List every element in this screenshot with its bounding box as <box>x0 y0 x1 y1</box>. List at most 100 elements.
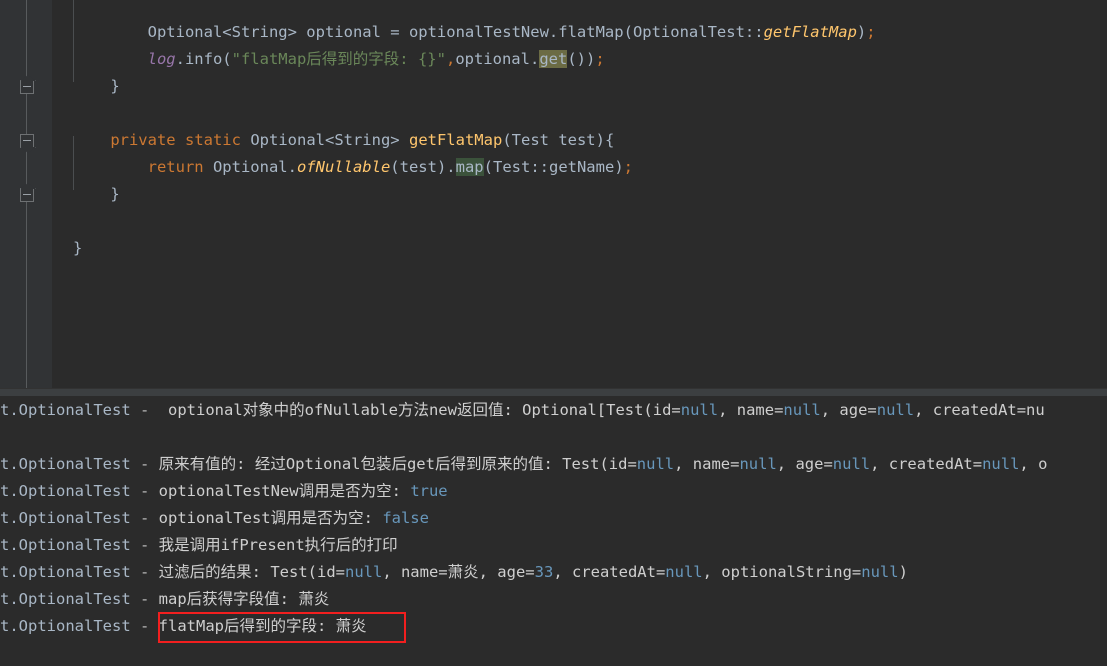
console-line: t.OptionalTest - optional对象中的ofNullable方… <box>0 397 1045 424</box>
console-message-text: 原来有值的: 经过Optional包装后get后得到原来的值: Test(id= <box>149 455 637 473</box>
code-token: ; <box>595 50 605 68</box>
console-logger-name: t.OptionalTest <box>0 590 131 608</box>
console-logger-name: t.OptionalTest <box>0 509 131 527</box>
console-literal: null <box>739 455 777 473</box>
code-token: ) <box>614 158 624 176</box>
code-token: ; <box>866 23 876 41</box>
code-token: } <box>110 77 120 95</box>
code-token: , <box>445 50 456 68</box>
code-token: ( <box>623 23 633 41</box>
console-separator: - <box>130 509 150 527</box>
console-logger-name: t.OptionalTest <box>0 401 131 419</box>
code-token: info <box>184 50 223 68</box>
console-line: t.OptionalTest - 原来有值的: 经过Optional包装后get… <box>0 451 1047 478</box>
fold-down-icon[interactable] <box>20 134 34 148</box>
console-literal: false <box>382 509 429 527</box>
code-token: . <box>287 158 297 176</box>
code-token: } <box>73 239 83 257</box>
console-message-text: flatMap后得到的字段: 萧炎 <box>149 617 367 635</box>
code-token: optionalTestNew <box>408 23 549 41</box>
code-token: optional <box>306 23 381 41</box>
code-token: = <box>380 23 409 41</box>
console-message-text: , createdAt=nu <box>914 401 1045 419</box>
code-token: . <box>529 50 540 68</box>
editor-gutter[interactable] <box>0 0 52 388</box>
code-token: get <box>539 50 568 68</box>
code-line: private static Optional<String> getFlatM… <box>110 127 614 154</box>
console-line: t.OptionalTest - 我是调用ifPresent执行后的打印 <box>0 532 398 559</box>
code-token: static <box>184 131 241 149</box>
console-separator: - <box>130 563 150 581</box>
console-message-text: , name=萧炎, age= <box>382 563 535 581</box>
code-token: return <box>147 158 204 176</box>
code-line: } <box>110 73 119 100</box>
console-logger-name: t.OptionalTest <box>0 617 131 635</box>
console-literal: true <box>410 482 448 500</box>
console-message-text: , o <box>1019 455 1048 473</box>
code-token: test <box>548 131 596 149</box>
pane-divider[interactable] <box>0 388 1107 396</box>
console-message-text: , createdAt= <box>553 563 666 581</box>
console-separator: - <box>130 401 150 419</box>
console-literal: 33 <box>534 563 554 581</box>
code-token: ( <box>222 50 232 68</box>
code-token: ( <box>483 158 493 176</box>
console-line: t.OptionalTest - flatMap后得到的字段: 萧炎 <box>0 613 367 640</box>
code-token: OptionalTest <box>632 23 745 41</box>
code-token: :: <box>530 158 549 176</box>
code-token: Optional <box>147 23 223 41</box>
console-literal: null <box>680 401 719 419</box>
code-line: return Optional.ofNullable(test).map(Tes… <box>148 154 633 181</box>
console-separator: - <box>130 536 150 554</box>
code-token: ){ <box>595 131 615 149</box>
code-token: . <box>548 23 559 41</box>
code-token: log <box>147 50 176 68</box>
code-line: log.info("flatMap后得到的字段: {}",optional.ge… <box>148 46 605 73</box>
console-output-pane[interactable]: t.OptionalTest - optional对象中的ofNullable方… <box>0 396 1107 666</box>
fold-up-icon[interactable] <box>20 80 34 94</box>
console-message-text: , age= <box>820 401 877 419</box>
code-token: Test <box>492 158 531 176</box>
code-token: <String> <box>222 23 307 41</box>
code-line: } <box>110 181 119 208</box>
console-logger-name: t.OptionalTest <box>0 455 131 473</box>
console-literal: null <box>636 455 675 473</box>
console-separator: - <box>130 482 150 500</box>
console-separator: - <box>130 455 150 473</box>
code-token: getFlatMap <box>763 23 857 41</box>
fold-up-icon[interactable] <box>20 188 34 202</box>
code-editor-pane[interactable]: Optional<String> optional = optionalTest… <box>0 0 1107 388</box>
code-line: Optional<String> optional = optionalTest… <box>148 19 876 46</box>
code-token: } <box>110 185 120 203</box>
console-message-text: , name= <box>674 455 740 473</box>
code-token: getFlatMap <box>408 131 503 149</box>
console-logger-name: t.OptionalTest <box>0 563 131 581</box>
console-literal: null <box>783 401 821 419</box>
code-token: ()) <box>567 50 596 68</box>
code-token: ofNullable <box>296 158 391 176</box>
code-token: private <box>110 131 176 149</box>
console-message-text: , createdAt= <box>870 455 983 473</box>
console-message-text: , optionalString= <box>702 563 862 581</box>
code-token: ; <box>623 158 633 176</box>
console-literal: null <box>876 401 915 419</box>
console-message-text: 过滤后的结果: Test(id= <box>149 563 345 581</box>
code-token: . <box>175 50 185 68</box>
console-message-text: ) <box>898 563 908 581</box>
console-message-text: map后获得字段值: 萧炎 <box>149 590 330 608</box>
indent-guide-2 <box>73 136 74 190</box>
code-token: flatMap <box>558 23 624 41</box>
ide-window: Optional<String> optional = optionalTest… <box>0 0 1107 666</box>
console-literal: null <box>861 563 899 581</box>
console-message-text: , age= <box>776 455 833 473</box>
console-literal: null <box>665 563 703 581</box>
code-token: "flatMap后得到的字段: {}" <box>231 50 446 68</box>
console-literal: null <box>344 563 383 581</box>
console-message-text: 我是调用ifPresent执行后的打印 <box>149 536 398 554</box>
code-token: map <box>455 158 484 176</box>
code-text-area[interactable]: Optional<String> optional = optionalTest… <box>52 0 1107 388</box>
console-message-text: optionalTestNew调用是否为空: <box>149 482 411 500</box>
code-token: Optional <box>250 131 325 149</box>
